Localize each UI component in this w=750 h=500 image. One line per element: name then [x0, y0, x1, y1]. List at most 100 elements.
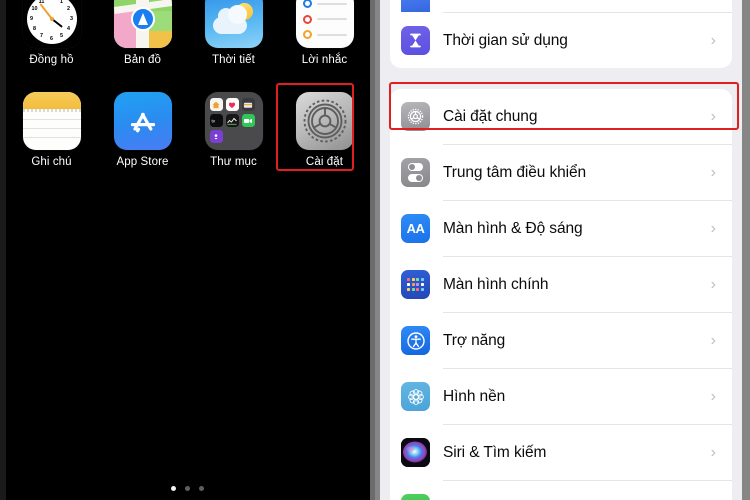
settings-icon-wrap[interactable] [295, 92, 354, 150]
app-folder[interactable]: tv Thư mục [188, 92, 279, 168]
notes-perforation [22, 109, 81, 112]
folder-mini-grid: tv [209, 98, 258, 144]
reminders-icon[interactable] [295, 0, 354, 48]
settings-row-wallpaper[interactable]: Hình nền › [390, 369, 732, 424]
settings-scroll-area[interactable]: Thời gian sử dụng › Cài đặt chung › Trun… [380, 0, 742, 500]
app-label: Bản đồ [123, 54, 162, 66]
podcasts-glyph [214, 134, 218, 140]
settings-row-label: Cài đặt chung [443, 107, 538, 125]
face-id-icon [401, 494, 430, 500]
maps-icon-wrap[interactable] [113, 0, 172, 48]
settings-row-label: Trợ năng [443, 331, 506, 349]
settings-row-label: Màn hình & Độ sáng [443, 219, 583, 237]
home-screen-icon [401, 270, 430, 299]
app-row: 12 1 2 3 4 5 6 7 8 9 10 11 [6, 0, 370, 66]
notes-icon[interactable] [22, 92, 81, 150]
clock-number: 12 [48, 0, 56, 2]
app-app-store[interactable]: App Store [97, 92, 188, 168]
app-label: Thư mục [210, 156, 257, 168]
reminder-line [302, 30, 347, 39]
ios-settings-panel: Thời gian sử dụng › Cài đặt chung › Trun… [375, 0, 750, 500]
svg-text:tv: tv [212, 118, 216, 123]
clock-icon-wrap[interactable]: 12 1 2 3 4 5 6 7 8 9 10 11 [22, 0, 81, 48]
settings-group-usage: Thời gian sử dụng › [390, 0, 732, 68]
chevron-right-icon: › [710, 31, 716, 49]
accessibility-icon [401, 326, 430, 355]
app-maps[interactable]: Bản đồ [97, 0, 188, 66]
page-indicator-dots[interactable] [0, 486, 375, 491]
settings-row-display-brightness[interactable]: AA Màn hình & Độ sáng › [390, 201, 732, 256]
settings-row-home-screen[interactable]: Màn hình chính › [390, 257, 732, 312]
home-screen-grid-glyph [406, 278, 425, 291]
reminders-icon-wrap[interactable] [295, 0, 354, 48]
gear-glyph [303, 99, 346, 143]
settings-row-accessibility[interactable]: Trợ năng › [390, 313, 732, 368]
hourglass-glyph [410, 33, 421, 48]
page-dot[interactable] [185, 486, 190, 491]
weather-icon[interactable] [204, 0, 263, 48]
app-label: Đồng hồ [29, 54, 74, 66]
reminder-bar [316, 33, 347, 36]
chevron-right-icon: › [710, 107, 716, 125]
app-label: App Store [116, 156, 169, 168]
notes-icon-wrap[interactable] [22, 92, 81, 150]
reminder-line [302, 0, 347, 8]
app-weather[interactable]: Thời tiết [188, 0, 279, 66]
display-brightness-icon: AA [401, 214, 430, 243]
mini-icon-health [225, 98, 239, 111]
chevron-right-icon: › [710, 443, 716, 461]
cloud-icon [212, 5, 247, 34]
aa-glyph: AA [406, 221, 425, 236]
toggle-on-glyph [408, 174, 423, 182]
settings-icon[interactable] [295, 92, 354, 150]
folder-icon[interactable]: tv [204, 92, 263, 150]
app-label: Thời tiết [212, 54, 255, 66]
weather-icon-wrap[interactable] [204, 0, 263, 48]
settings-bezel-right [742, 0, 750, 500]
app-store-icon-wrap[interactable] [113, 92, 172, 150]
app-grid: 12 1 2 3 4 5 6 7 8 9 10 11 [6, 0, 370, 168]
settings-row-partial-top[interactable] [390, 0, 732, 12]
page-dot[interactable] [199, 486, 204, 491]
app-notes[interactable]: Ghi chú [6, 92, 97, 168]
gear-icon [401, 102, 430, 131]
settings-row-label: Thời gian sử dụng [443, 31, 568, 49]
app-clock[interactable]: 12 1 2 3 4 5 6 7 8 9 10 11 [6, 0, 97, 66]
folder-icon-wrap[interactable]: tv [204, 92, 263, 150]
apple-tv-glyph: tv [212, 118, 216, 123]
settings-row-siri-search[interactable]: Siri & Tìm kiếm › [390, 425, 732, 480]
notes-rule [22, 137, 81, 138]
stocks-glyph [227, 117, 238, 125]
page-dot-active[interactable] [171, 486, 176, 491]
siri-icon [401, 438, 430, 467]
toggle-stack [408, 163, 423, 182]
app-reminders[interactable]: Lời nhắc [279, 0, 370, 66]
clock-icon[interactable]: 12 1 2 3 4 5 6 7 8 9 10 11 [22, 0, 81, 48]
reminder-dot-blue [302, 0, 312, 8]
app-store-icon[interactable] [113, 92, 172, 150]
settings-row-face-id[interactable]: Face ID & Mật mã › [390, 481, 732, 500]
reminder-line [302, 14, 347, 24]
settings-row-general[interactable]: Cài đặt chung › [390, 89, 732, 144]
settings-group-main: Cài đặt chung › Trung tâm điều khiển › A… [390, 89, 732, 500]
maps-icon[interactable] [113, 0, 172, 48]
chevron-right-icon: › [710, 163, 716, 181]
flower-glyph [407, 388, 424, 405]
settings-row-label: Trung tâm điều khiển [443, 163, 587, 181]
settings-row-label: Màn hình chính [443, 275, 549, 293]
chevron-right-icon: › [710, 331, 716, 349]
mini-icon-wallet [241, 98, 255, 111]
app-store-glyph [130, 112, 155, 133]
wallet-glyph [244, 102, 253, 108]
notes-rule [22, 128, 81, 129]
app-settings[interactable]: Cài đặt [279, 92, 370, 168]
settings-row-control-center[interactable]: Trung tâm điều khiển › [390, 145, 732, 200]
reminder-dot-red [302, 14, 312, 24]
clock-number: 2 [67, 6, 70, 12]
reminder-dot-orange [302, 30, 312, 39]
clock-number: 3 [70, 16, 73, 22]
toggle-off-glyph [408, 163, 423, 171]
settings-row-screen-time[interactable]: Thời gian sử dụng › [390, 13, 732, 68]
control-center-icon [401, 158, 430, 187]
clock-face: 12 1 2 3 4 5 6 7 8 9 10 11 [26, 0, 77, 44]
